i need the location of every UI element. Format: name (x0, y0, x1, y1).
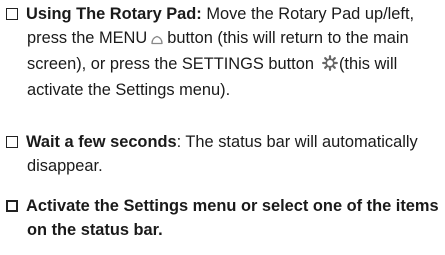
checklist-item-text: Activate the Settings menu or select one… (3, 194, 441, 242)
checklist-item-text: Using The Rotary Pad: Move the Rotary Pa… (3, 2, 441, 102)
checklist-item-text: Wait a few seconds: The status bar will … (3, 130, 441, 178)
checkbox-icon (6, 136, 18, 148)
checklist-item-activate: Activate the Settings menu or select one… (3, 194, 441, 242)
checkbox-icon (6, 200, 18, 212)
item-heading: Activate the Settings menu or select one… (26, 197, 439, 239)
home-icon (151, 28, 163, 52)
item-heading: Using The Rotary Pad: (26, 5, 202, 23)
checklist-item-wait: Wait a few seconds: The status bar will … (3, 130, 441, 178)
checkbox-icon (6, 8, 18, 20)
checklist-item-rotary-pad: Using The Rotary Pad: Move the Rotary Pa… (3, 2, 441, 102)
item-heading: Wait a few seconds (26, 133, 177, 151)
gear-icon (322, 54, 338, 78)
